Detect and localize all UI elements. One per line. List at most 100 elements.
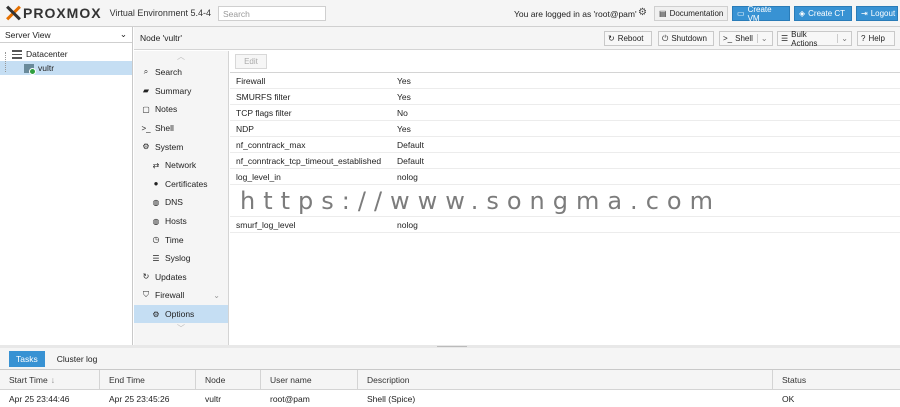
shield-icon: ⛉ [143, 290, 149, 300]
list-icon: ☰ [152, 253, 160, 263]
reboot-label: Reboot [617, 34, 644, 43]
nav-item-label: System [155, 141, 184, 152]
nav-item-notes[interactable]: ▢ Notes [134, 100, 228, 119]
option-value: Default [397, 139, 424, 150]
column-end-time[interactable]: End Time [100, 370, 196, 390]
option-key: nf_conntrack_tcp_timeout_established [236, 155, 382, 166]
option-row[interactable]: log_level_in nolog [230, 169, 900, 185]
option-value: nolog [397, 219, 418, 230]
chevron-down-icon: ⌄ [119, 29, 127, 39]
nav-item-options[interactable]: ⚙ Options [134, 304, 228, 324]
chevron-down-icon[interactable]: ⌄ [756, 34, 768, 43]
watermark-text: https://www.songma.com [240, 187, 721, 215]
refresh-icon: ↻ [142, 272, 150, 282]
cell-user: root@pam [270, 393, 310, 404]
nav-item-label: Hosts [165, 216, 187, 227]
certificate-icon: ● [153, 179, 159, 189]
create-ct-label: Create CT [808, 9, 846, 18]
cube-icon: ◈ [799, 9, 806, 18]
splitter-grip[interactable] [437, 346, 467, 347]
column-start-time[interactable]: Start Time ↓ [0, 370, 100, 390]
nav-item-label: Shell [155, 123, 174, 134]
option-value: Default [397, 155, 424, 166]
scroll-up-icon[interactable]: ︿ [134, 51, 228, 63]
gear-icon[interactable]: ⚙ [638, 7, 647, 18]
cell-status: OK [782, 393, 795, 404]
option-row[interactable]: smurf_log_level nolog [230, 217, 900, 233]
documentation-button[interactable]: ▤ Documentation [654, 6, 728, 21]
option-row[interactable]: nf_conntrack_tcp_timeout_established Def… [230, 153, 900, 169]
monitor-icon: ▭ [737, 9, 745, 18]
list-icon: ☰ [781, 34, 789, 43]
nav-item-time[interactable]: ◷ Time [134, 230, 228, 249]
help-label: Help [868, 34, 885, 43]
tab-cluster-log[interactable]: Cluster log [50, 351, 105, 367]
chevron-down-icon[interactable]: ⌄ [213, 291, 220, 300]
nav-item-summary[interactable]: ▰ Summary [134, 82, 228, 101]
tree-item-label: vultr [38, 63, 55, 73]
shell-label: Shell [735, 34, 753, 43]
nav-item-label: Network [165, 160, 197, 171]
globe-icon: ◍ [152, 197, 160, 207]
server-rack-icon [12, 49, 22, 59]
node-config-nav: ︿ ⌕ Search ▰ Summary ▢ Notes >_ Shell ⚙ … [134, 51, 229, 345]
search-icon: ⌕ [143, 67, 149, 77]
option-row[interactable]: TCP flags filter No [230, 105, 900, 121]
nav-item-label: Updates [155, 271, 187, 282]
option-row[interactable]: nf_conntrack_max Default [230, 137, 900, 153]
server-view-select[interactable]: Server View ⌄ [0, 27, 132, 43]
tree-connector [5, 52, 6, 72]
version-label: Virtual Environment 5.4-4 [109, 8, 211, 18]
table-row[interactable]: Apr 25 23:44:46 Apr 25 23:45:26 vultr ro… [0, 390, 900, 407]
book-icon: ▰ [142, 86, 150, 96]
nav-item-network[interactable]: ⇄ Network [134, 156, 228, 175]
scroll-down-icon[interactable]: ﹀ [134, 323, 228, 335]
node-title: Node 'vultr' [140, 33, 182, 43]
book-icon: ▤ [659, 9, 667, 18]
logo-text: PROXMOX [23, 5, 102, 21]
option-key: SMURFS filter [236, 91, 291, 102]
nav-item-certificates[interactable]: ● Certificates [134, 175, 228, 194]
nav-item-label: Certificates [165, 178, 208, 189]
search-input[interactable]: Search [217, 5, 326, 21]
bulk-actions-button[interactable]: ☰ Bulk Actions ⌄ [777, 30, 852, 48]
nav-item-label: Search [155, 67, 182, 78]
shutdown-button[interactable]: ⏻ Shutdown [658, 31, 714, 46]
column-description[interactable]: Description [358, 370, 773, 390]
proxmox-x-icon [5, 5, 21, 21]
resource-tree-panel: Server View ⌄ Datacenter vultr [0, 27, 133, 345]
option-row[interactable]: NDP Yes [230, 121, 900, 137]
nav-item-search[interactable]: ⌕ Search [134, 63, 228, 82]
tree-item-node-vultr[interactable]: vultr [0, 61, 132, 75]
option-row[interactable]: Firewall Yes [230, 73, 900, 89]
tab-tasks[interactable]: Tasks [9, 350, 45, 367]
option-row[interactable]: SMURFS filter Yes [230, 89, 900, 105]
create-ct-button[interactable]: ◈ Create CT [794, 6, 852, 21]
column-user[interactable]: User name [261, 370, 358, 390]
nav-item-hosts[interactable]: ◍ Hosts [134, 212, 228, 231]
nav-item-firewall[interactable]: ⛉ Firewall ⌄ [134, 286, 228, 305]
option-value: Yes [397, 75, 411, 86]
edit-button[interactable]: Edit [235, 54, 267, 69]
option-value: Yes [397, 123, 411, 134]
help-button[interactable]: ? Help [857, 31, 895, 46]
exchange-icon: ⇄ [152, 160, 160, 170]
create-vm-button[interactable]: ▭ Create VM [732, 5, 790, 23]
option-value: Yes [397, 91, 411, 102]
nav-item-label: Syslog [165, 253, 191, 264]
option-key: Firewall [236, 75, 266, 86]
column-label: Start Time [9, 375, 48, 385]
logout-button[interactable]: ⇥ Logout [856, 6, 898, 21]
nav-item-system[interactable]: ⚙ System [134, 137, 228, 156]
tree-item-datacenter[interactable]: Datacenter [0, 47, 132, 61]
nav-item-updates[interactable]: ↻ Updates [134, 268, 228, 287]
nav-item-label: Time [165, 234, 184, 245]
shell-button[interactable]: >_ Shell ⌄ [719, 31, 773, 46]
task-tabs: Tasks Cluster log [0, 348, 900, 370]
nav-item-syslog[interactable]: ☰ Syslog [134, 249, 228, 268]
column-status[interactable]: Status [773, 370, 900, 390]
column-node[interactable]: Node [196, 370, 261, 390]
nav-item-dns[interactable]: ◍ DNS [134, 193, 228, 212]
nav-item-shell[interactable]: >_ Shell [134, 119, 228, 138]
reboot-button[interactable]: ↻ Reboot [604, 31, 652, 46]
